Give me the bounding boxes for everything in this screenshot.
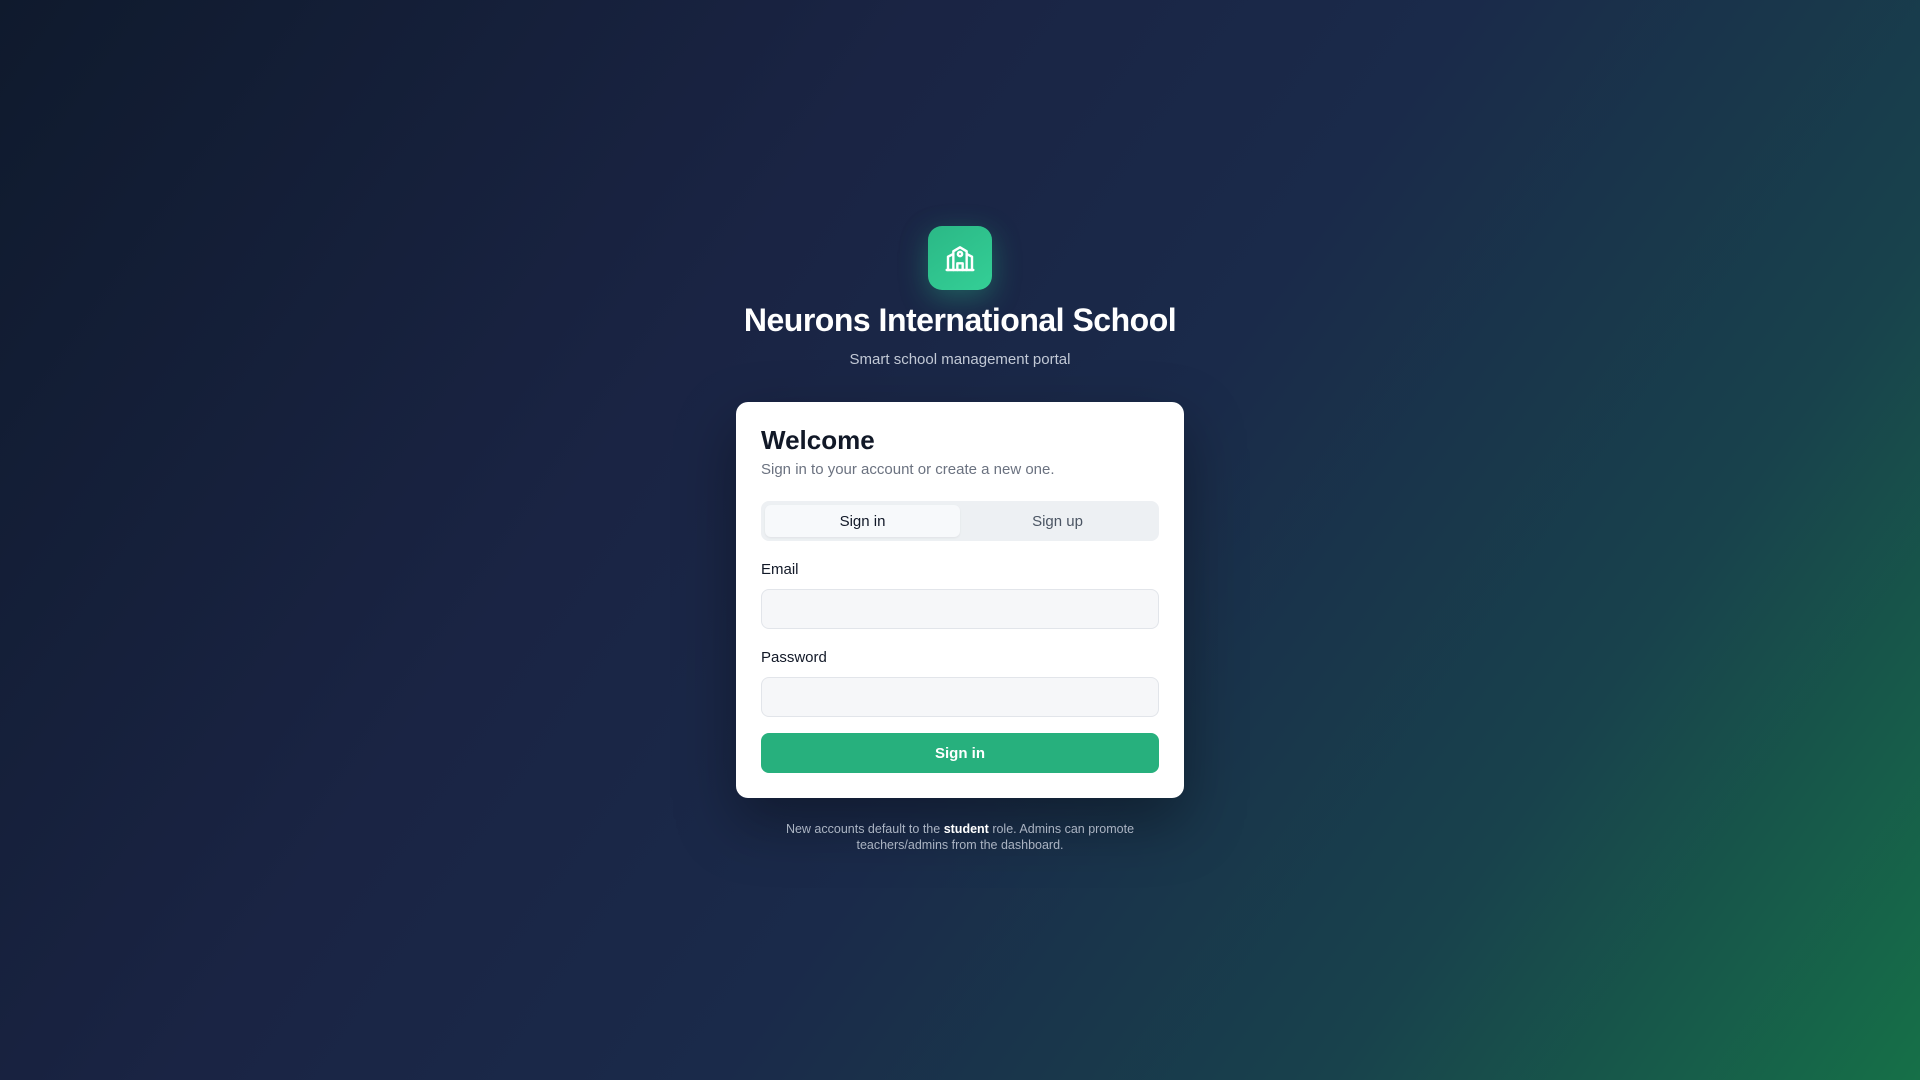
auth-card: Welcome Sign in to your account or creat…: [736, 402, 1184, 798]
tab-sign-in[interactable]: Sign in: [765, 505, 960, 537]
portal-subtitle: Smart school management portal: [849, 351, 1071, 368]
role-footnote: New accounts default to the student role…: [760, 821, 1160, 853]
email-label: Email: [761, 561, 799, 578]
email-field[interactable]: [761, 589, 1159, 629]
auth-page: Neurons International School Smart schoo…: [0, 0, 1920, 1080]
footnote-prefix: New accounts default to the: [785, 822, 941, 836]
password-label: Password: [761, 649, 827, 666]
tab-sign-up[interactable]: Sign up: [960, 505, 1155, 537]
school-building-icon: [945, 246, 975, 272]
brand-logo: [928, 226, 992, 290]
card-title: Welcome: [761, 425, 875, 455]
password-field[interactable]: [761, 677, 1159, 717]
school-name: Neurons International School: [743, 302, 1177, 338]
footnote-role: student: [943, 822, 989, 836]
sign-in-button[interactable]: Sign in: [761, 733, 1159, 773]
card-description: Sign in to your account or create a new …: [761, 461, 1055, 478]
auth-tabs: Sign in Sign up: [761, 501, 1159, 541]
